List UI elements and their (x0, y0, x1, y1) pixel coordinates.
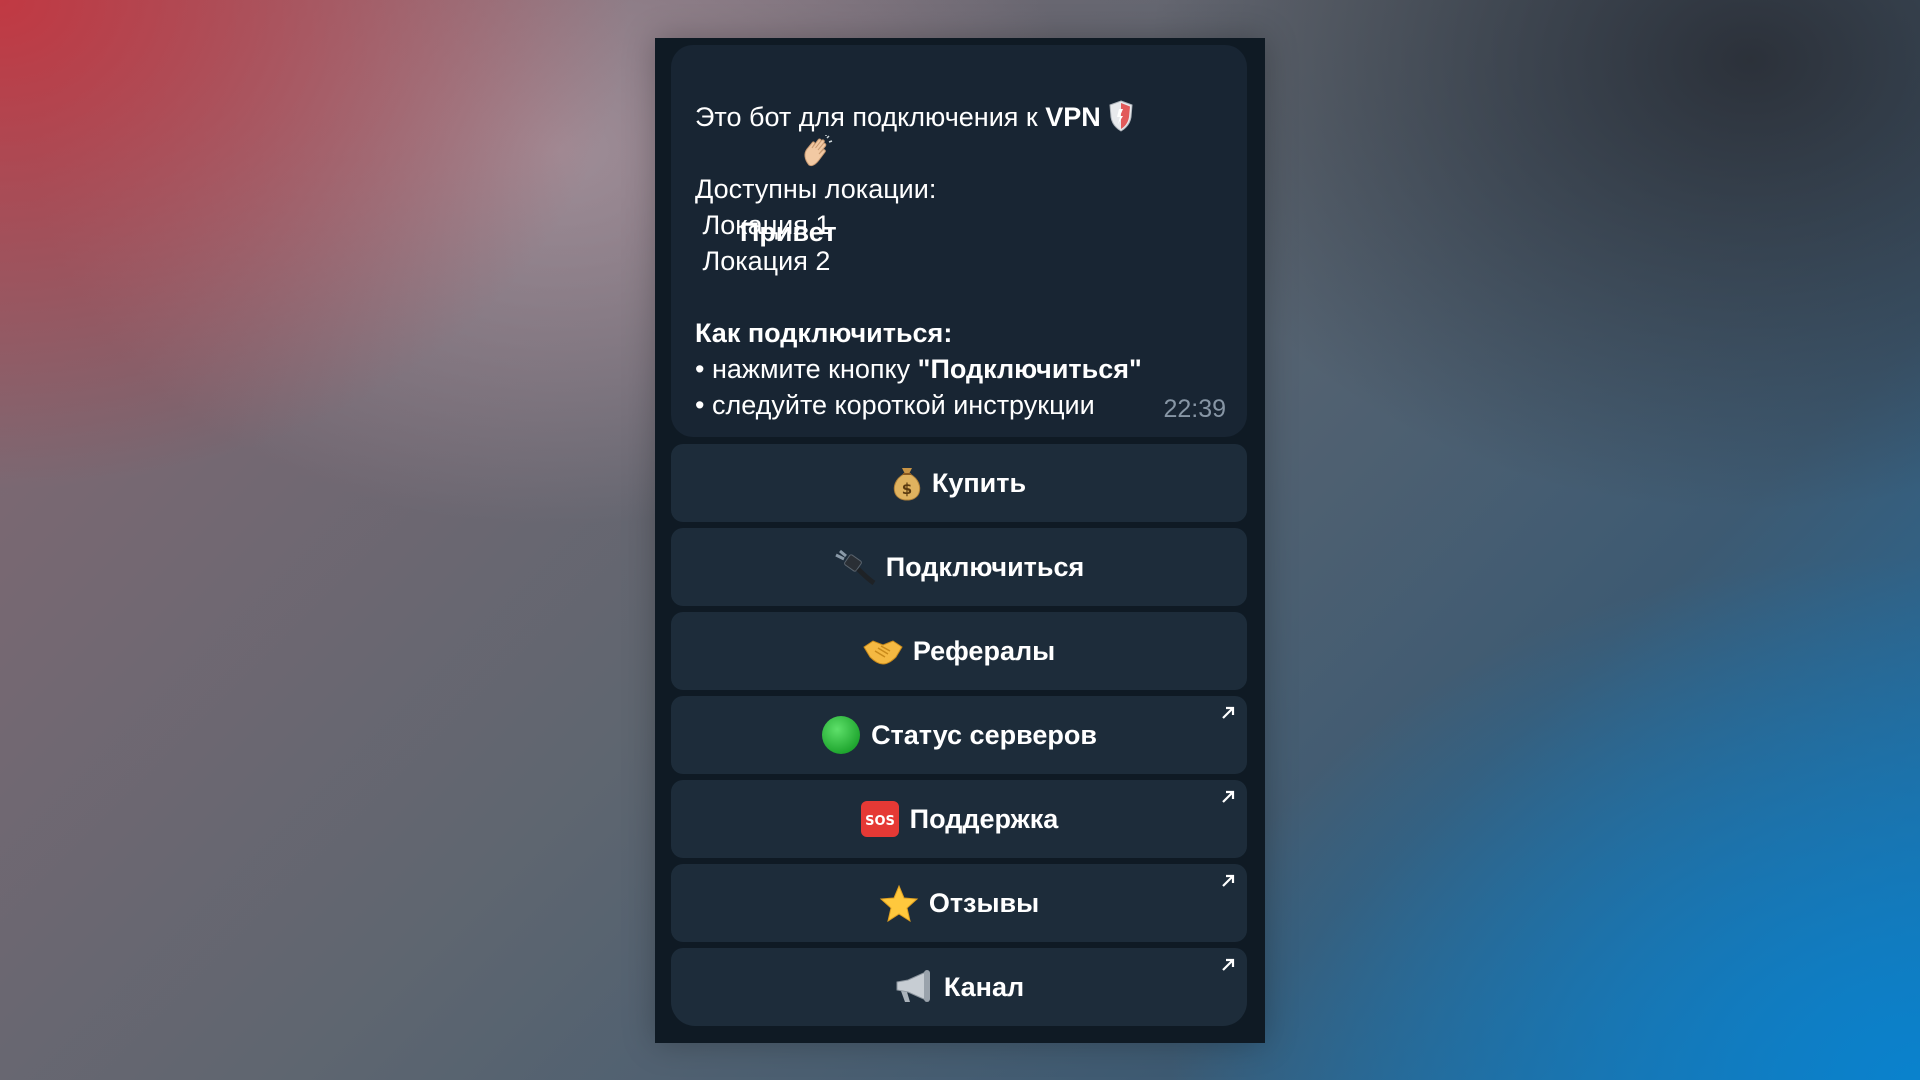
location-item-2: Локация 2 (695, 246, 831, 276)
megaphone-icon (894, 968, 934, 1006)
inline-keyboard: $ Купить Подключиться Рефералы Статус се… (671, 444, 1247, 1032)
support-button[interactable]: SOS Поддержка (671, 780, 1247, 858)
locations-title: Доступны локации: (695, 174, 937, 204)
reviews-button-label: Отзывы (928, 887, 1040, 918)
buy-button-label: Купить (931, 467, 1027, 498)
external-link-icon (1222, 958, 1235, 971)
plug-icon (834, 549, 876, 585)
greeting-line: Привет (695, 63, 1223, 247)
channel-button[interactable]: Канал (671, 948, 1247, 1026)
handshake-icon (863, 635, 903, 667)
money-bag-icon: $ (892, 465, 922, 501)
connect-button[interactable]: Подключиться (671, 528, 1247, 606)
server-status-button-label: Статус серверов (871, 719, 1097, 750)
shield-icon (1108, 100, 1134, 141)
buy-button[interactable]: $ Купить (671, 444, 1247, 522)
svg-text:$: $ (902, 480, 912, 498)
intro-vpn-text: VPN (1045, 102, 1101, 132)
green-circle-icon (821, 715, 861, 755)
connect-button-label: Подключиться (885, 551, 1085, 582)
location-item-1: Локация 1 (695, 210, 831, 240)
bot-message-bubble: Привет Это бот для подключения к VPN Дос… (671, 45, 1247, 437)
server-status-button[interactable]: Статус серверов (671, 696, 1247, 774)
sos-icon: SOS (860, 800, 900, 838)
referrals-button-label: Рефералы (912, 635, 1056, 666)
step1-bold-text: "Подключиться" (917, 354, 1142, 384)
intro-text: Это бот для подключения к (695, 102, 1046, 132)
referrals-button[interactable]: Рефералы (671, 612, 1247, 690)
reviews-button[interactable]: Отзывы (671, 864, 1247, 942)
chat-panel: Привет Это бот для подключения к VPN Дос… (655, 38, 1265, 1043)
support-button-label: Поддержка (909, 803, 1059, 834)
intro-line: Это бот для подключения к VPN (695, 99, 1223, 135)
channel-button-label: Канал (943, 971, 1025, 1002)
external-link-icon (1222, 874, 1235, 887)
external-link-icon (1222, 706, 1235, 719)
message-time: 22:39 (1163, 395, 1226, 423)
svg-text:SOS: SOS (865, 814, 895, 829)
howto-step-2: • следуйте короткой инструкции (695, 390, 1095, 420)
star-icon (879, 884, 919, 922)
external-link-icon (1222, 790, 1235, 803)
howto-title: Как подключиться: (695, 318, 953, 348)
howto-step-1: • нажмите кнопку "Подключиться" (695, 351, 1223, 387)
step1-text: • нажмите кнопку (695, 354, 918, 384)
